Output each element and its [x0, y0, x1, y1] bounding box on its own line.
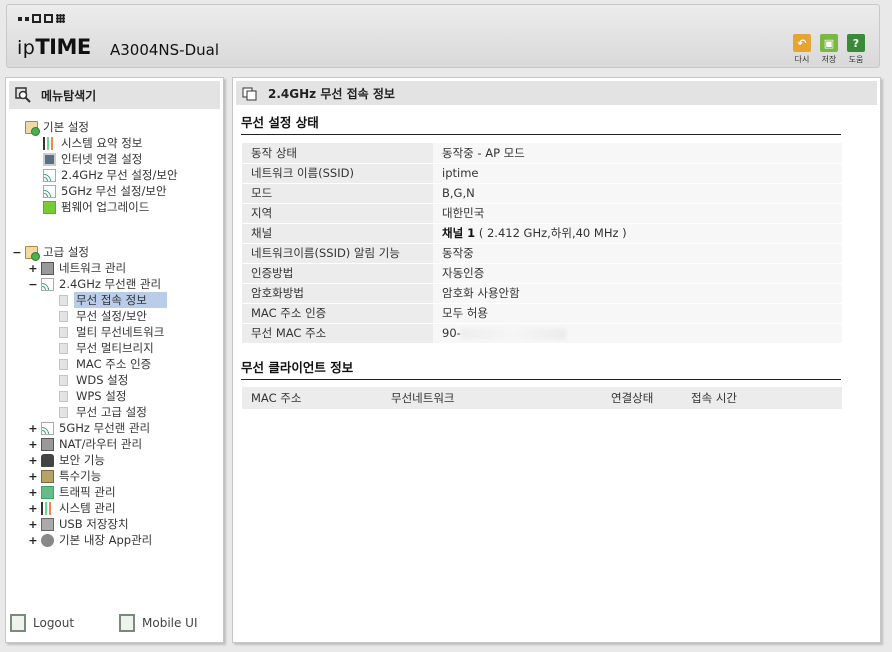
table-row: 무선 MAC 주소 90-	[242, 323, 842, 344]
page-icon	[59, 342, 68, 354]
wireless-icon	[43, 168, 56, 182]
mobile-ui-button[interactable]: Mobile UI	[119, 614, 198, 632]
table-row: 암호화방법 암호화 사용안함	[242, 283, 842, 304]
app-header: ipTIME A3004NS-Dual ↶ 다시 ▣ 저장 ? 도움	[6, 4, 880, 68]
logout-icon	[10, 614, 26, 632]
usb-icon	[41, 517, 54, 531]
window-icon	[242, 85, 258, 101]
page-icon	[59, 390, 68, 402]
page-icon	[59, 294, 68, 306]
tree-group-basic[interactable]: 기본 설정	[25, 119, 89, 136]
content-header: 2.4GHz 무선 접속 정보	[236, 81, 877, 105]
model-name: A3004NS-Dual	[110, 41, 220, 59]
iptime-logo: ipTIME	[17, 35, 91, 59]
tree-item-wifi24-adv[interactable]: − 2.4GHz 무선랜 관리	[28, 276, 161, 292]
tree-item-wireless-advanced[interactable]: 무선 고급 설정	[59, 404, 147, 420]
undo-button[interactable]: ↶ 다시	[793, 34, 811, 65]
page-icon	[59, 326, 68, 338]
tree-item-system[interactable]: + 시스템 관리	[28, 500, 115, 516]
traffic-icon	[41, 485, 54, 499]
logout-button[interactable]: Logout	[10, 614, 74, 632]
menu-explorer-panel: 메뉴탐색기 기본 설정 시스템 요약 정보 인터넷 연결 설정 2.4GHz 무…	[5, 77, 224, 643]
wireless-icon	[41, 277, 54, 291]
computer-icon	[43, 152, 56, 166]
network-icon	[41, 261, 54, 275]
save-icon: ▣	[820, 34, 838, 52]
table-row: 인증방법 자동인증	[242, 263, 842, 284]
help-button[interactable]: ? 도움	[847, 34, 865, 65]
sidebar-footer: Logout Mobile UI	[6, 614, 223, 636]
tree-item-system-summary[interactable]: 시스템 요약 정보	[43, 135, 142, 151]
table-row: 네트워크 이름(SSID) iptime	[242, 163, 842, 184]
tree-item-special[interactable]: + 특수기능	[28, 468, 101, 484]
page-title: 2.4GHz 무선 접속 정보	[268, 86, 395, 101]
chart-icon	[41, 501, 54, 515]
upgrade-icon	[43, 200, 56, 214]
table-row: 채널 채널 1 ( 2.412 GHz,하위,40 MHz )	[242, 223, 842, 244]
save-button[interactable]: ▣ 저장	[820, 34, 838, 65]
table-row: 모드 B,G,N	[242, 183, 842, 204]
tree-item-wifi5-adv[interactable]: + 5GHz 무선랜 관리	[28, 420, 150, 436]
tree-item-mac-auth[interactable]: MAC 주소 인증	[59, 356, 151, 372]
header-toolbar: ↶ 다시 ▣ 저장 ? 도움	[793, 34, 865, 65]
tree-group-advanced[interactable]: − 고급 설정	[12, 244, 89, 261]
help-icon: ?	[847, 34, 865, 52]
tree-item-usb[interactable]: + USB 저장장치	[28, 516, 128, 532]
page-icon	[59, 406, 68, 418]
page-icon	[59, 374, 68, 386]
router-icon	[41, 437, 54, 451]
tree-item-wireless-security[interactable]: 무선 설정/보안	[59, 308, 147, 324]
col-status: 연결상태	[611, 391, 654, 405]
tree-item-wps[interactable]: WPS 설정	[59, 388, 126, 404]
collapse-toggle[interactable]: −	[12, 246, 22, 259]
tree-item-apps[interactable]: + 기본 내장 App관리	[28, 532, 152, 548]
tree-item-traffic[interactable]: + 트래픽 관리	[28, 484, 115, 500]
section-wireless-status: 무선 설정 상태	[241, 112, 841, 135]
section-wireless-clients: 무선 클라이언트 정보	[241, 357, 841, 380]
redacted-mac	[460, 327, 566, 340]
wireless-status-table: 동작 상태 동작중 - AP 모드 네트워크 이름(SSID) iptime 모드 B…	[242, 143, 842, 344]
brand-mark-icon	[18, 14, 65, 23]
table-row: 지역 대한민국	[242, 203, 842, 224]
tree-item-internet[interactable]: 인터넷 연결 설정	[43, 151, 142, 167]
lock-icon	[41, 453, 54, 467]
tree-item-nat[interactable]: + NAT/라우터 관리	[28, 436, 142, 452]
content-panel: 2.4GHz 무선 접속 정보 무선 설정 상태 동작 상태 동작중 - AP 모…	[232, 77, 881, 643]
page-icon	[59, 310, 68, 322]
page-icon	[59, 358, 68, 370]
tree-item-wifi24-basic[interactable]: 2.4GHz 무선 설정/보안	[43, 167, 178, 183]
tree-item-multi-ssid[interactable]: 멀티 무선네트워크	[59, 324, 164, 340]
wireless-icon	[41, 421, 54, 435]
tree-item-wifi5-basic[interactable]: 5GHz 무선 설정/보안	[43, 183, 167, 199]
tree-item-firmware[interactable]: 펌웨어 업그레이드	[43, 199, 149, 215]
tree-item-wireless-info[interactable]: 무선 접속 정보	[59, 292, 167, 308]
client-table-header: MAC 주소 무선네트워크 연결상태 접속 시간	[242, 387, 842, 409]
tree-item-multi-bridge[interactable]: 무선 멀티브리지	[59, 340, 154, 356]
tree-item-wds[interactable]: WDS 설정	[59, 372, 128, 388]
undo-icon: ↶	[793, 34, 811, 52]
table-row: 동작 상태 동작중 - AP 모드	[242, 143, 842, 164]
chart-icon	[43, 136, 56, 150]
folder-icon	[25, 245, 40, 261]
magnifier-icon	[15, 87, 31, 103]
special-function-icon	[41, 469, 54, 483]
wireless-icon	[43, 184, 56, 198]
table-row: 네트워크이름(SSID) 알림 기능 동작중	[242, 243, 842, 264]
mobile-icon	[119, 614, 135, 632]
col-time: 접속 시간	[691, 391, 737, 405]
col-network: 무선네트워크	[391, 391, 455, 405]
folder-icon	[25, 120, 40, 136]
menu-explorer-header: 메뉴탐색기	[9, 81, 220, 109]
tree-item-network[interactable]: + 네트워크 관리	[28, 260, 126, 276]
col-mac: MAC 주소	[251, 391, 302, 405]
tree-item-security[interactable]: + 보안 기능	[28, 452, 105, 468]
table-row: MAC 주소 인증 모두 허용	[242, 303, 842, 324]
app-icon	[41, 533, 54, 547]
